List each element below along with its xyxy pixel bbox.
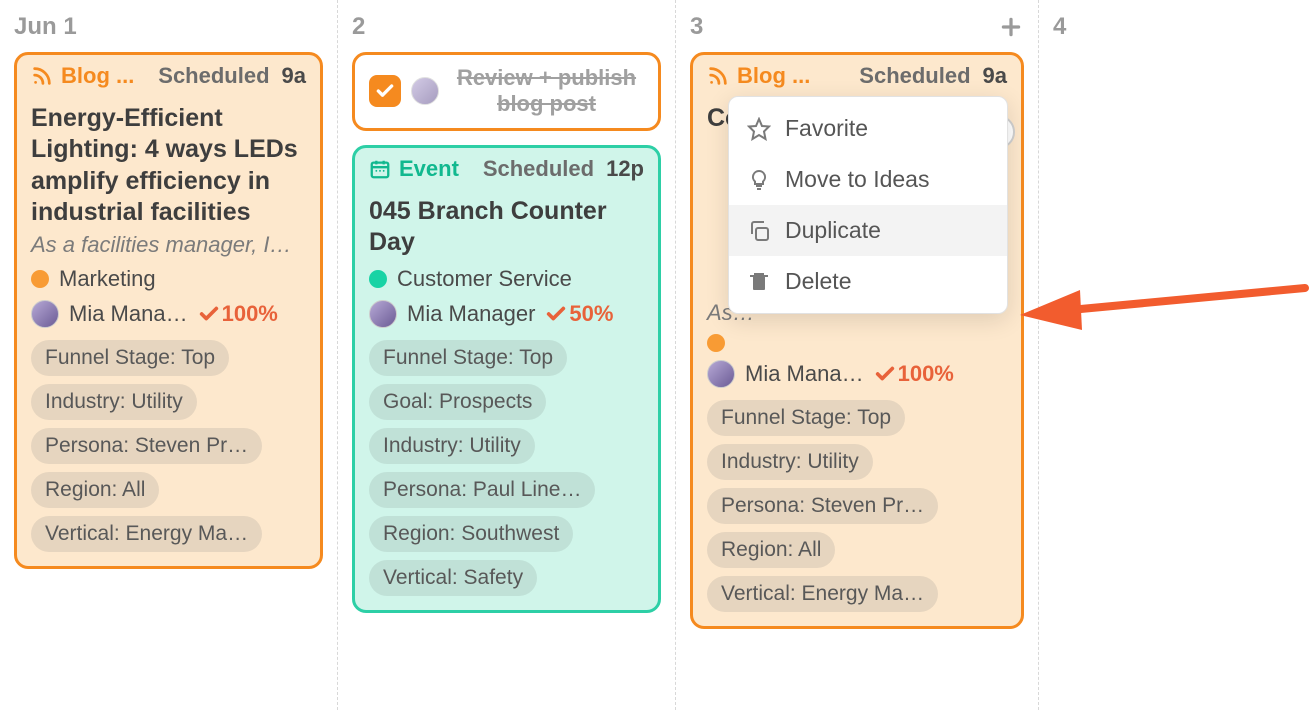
card-status: Scheduled [158, 63, 269, 89]
menu-label: Favorite [785, 115, 868, 142]
tag[interactable]: Region: Southwest [369, 516, 573, 552]
tag[interactable]: Vertical: Safety [369, 560, 537, 596]
menu-item-move[interactable]: Move to Ideas [729, 154, 1007, 205]
card-status: Scheduled [859, 63, 970, 89]
avatar [31, 300, 59, 328]
tag[interactable]: Industry: Utility [31, 384, 197, 420]
category-dot [31, 270, 49, 288]
category-dot [369, 270, 387, 288]
tag-list: Funnel Stage: Top Industry: Utility Pers… [707, 400, 1007, 612]
user-name: Mia Manager [407, 301, 535, 327]
user-name: Mia Mana… [69, 301, 188, 327]
category-label: Marketing [59, 266, 156, 292]
day-label: 2 [352, 13, 365, 41]
progress-indicator: 100% [874, 361, 954, 387]
checkbox-checked[interactable] [369, 75, 401, 107]
check-icon [198, 303, 220, 325]
tag[interactable]: Region: All [31, 472, 159, 508]
day-header: 4 [1053, 12, 1066, 42]
card-type-label: Blog ... [737, 63, 810, 89]
day-label: 3 [690, 13, 703, 41]
card-header: Blog ... Scheduled 9a [693, 55, 1021, 97]
tag[interactable]: Industry: Utility [369, 428, 535, 464]
category-label: Customer Service [397, 266, 572, 292]
day-column-4: 4 [1039, 0, 1080, 710]
rss-icon [707, 65, 729, 87]
calendar-board: Jun 1 Blog ... Scheduled 9a Energy-Effic… [0, 0, 1316, 710]
trash-icon [747, 270, 771, 294]
category-dot [707, 334, 725, 352]
card-title: Energy-Efficient Lighting: 4 ways LEDs a… [31, 103, 306, 228]
day-column-3: 3 Blog ... Scheduled 9a Construction Pro… [676, 0, 1039, 710]
progress-value: 50% [569, 301, 613, 327]
card-type-label: Blog ... [61, 63, 134, 89]
menu-label: Delete [785, 268, 851, 295]
tag[interactable]: Persona: Paul Line… [369, 472, 595, 508]
avatar [707, 360, 735, 388]
task-card-completed[interactable]: Review + publish blog post [352, 52, 661, 131]
copy-icon [747, 219, 771, 243]
tag[interactable]: Funnel Stage: Top [369, 340, 567, 376]
content-card-event[interactable]: Event Scheduled 12p 045 Branch Counter D… [352, 145, 661, 614]
rss-icon [31, 65, 53, 87]
tag[interactable]: Goal: Prospects [369, 384, 546, 420]
user-name: Mia Mana… [745, 361, 864, 387]
day-label: 4 [1053, 13, 1066, 41]
check-icon [545, 303, 567, 325]
lightbulb-icon [747, 168, 771, 192]
avatar [369, 300, 397, 328]
tag[interactable]: Region: All [707, 532, 835, 568]
menu-label: Move to Ideas [785, 166, 929, 193]
check-icon [375, 81, 395, 101]
progress-indicator: 50% [545, 301, 613, 327]
tag-list: Funnel Stage: Top Industry: Utility Pers… [31, 340, 306, 552]
card-header: Event Scheduled 12p [355, 148, 658, 190]
task-text: Review + publish blog post [449, 65, 644, 118]
day-header: 3 [690, 12, 1024, 42]
tag[interactable]: Funnel Stage: Top [707, 400, 905, 436]
day-column-2: 2 Review + publish blog post Event Sched… [338, 0, 676, 710]
card-time: 12p [606, 156, 644, 182]
card-time: 9a [282, 63, 306, 89]
day-header: Jun 1 [14, 12, 323, 42]
progress-value: 100% [222, 301, 278, 327]
progress-indicator: 100% [198, 301, 278, 327]
card-title: 045 Branch Counter Day [369, 196, 644, 259]
check-icon [874, 363, 896, 385]
card-time: 9a [983, 63, 1007, 89]
menu-item-favorite[interactable]: Favorite [729, 103, 1007, 154]
tag-list: Funnel Stage: Top Goal: Prospects Indust… [369, 340, 644, 596]
tag[interactable]: Persona: Steven Pr… [31, 428, 262, 464]
content-card-blog[interactable]: Blog ... Scheduled 9a Energy-Efficient L… [14, 52, 323, 569]
day-column-jun-1: Jun 1 Blog ... Scheduled 9a Energy-Effic… [0, 0, 338, 710]
menu-item-duplicate[interactable]: Duplicate [729, 205, 1007, 256]
tag[interactable]: Industry: Utility [707, 444, 873, 480]
menu-label: Duplicate [785, 217, 881, 244]
avatar [411, 77, 439, 105]
day-label: Jun 1 [14, 13, 77, 41]
tag[interactable]: Funnel Stage: Top [31, 340, 229, 376]
card-context-menu: Favorite Move to Ideas Duplicate Delete [728, 96, 1008, 314]
add-card-button[interactable] [998, 14, 1024, 40]
card-status: Scheduled [483, 156, 594, 182]
day-header: 2 [352, 12, 661, 42]
calendar-icon [369, 158, 391, 180]
progress-value: 100% [898, 361, 954, 387]
tag[interactable]: Persona: Steven Pr… [707, 488, 938, 524]
menu-item-delete[interactable]: Delete [729, 256, 1007, 307]
tag[interactable]: Vertical: Energy Ma… [707, 576, 938, 612]
star-icon [747, 117, 771, 141]
tag[interactable]: Vertical: Energy Ma… [31, 516, 262, 552]
card-header: Blog ... Scheduled 9a [17, 55, 320, 97]
card-subtitle: As a facilities manager, I… [31, 232, 306, 258]
card-type-label: Event [399, 156, 459, 182]
